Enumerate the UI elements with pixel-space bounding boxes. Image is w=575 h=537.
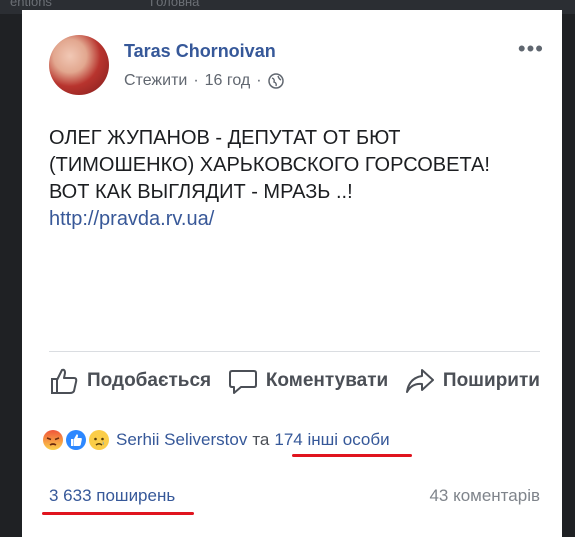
- action-bar: Подобається Коментувати Поширити: [49, 366, 540, 396]
- red-underline-annotation: [42, 512, 194, 515]
- thumbs-up-icon: [51, 368, 78, 394]
- like-icon: [65, 429, 87, 451]
- comment-icon: [228, 370, 257, 394]
- divider: [49, 351, 540, 352]
- post-text-line: ВОТ КАК ВЫГЛЯДИТ - МРАЗЬ ..!: [49, 181, 353, 203]
- reaction-names[interactable]: Serhii Seliverstov: [116, 430, 247, 450]
- like-button[interactable]: Подобається: [49, 366, 211, 396]
- comment-button[interactable]: Коментувати: [228, 366, 388, 396]
- meta-separator: ·: [193, 72, 199, 89]
- post-card: Taras Chornoivan Стежити · 16 год · ••• …: [22, 10, 562, 537]
- comments-count[interactable]: 43 коментарів: [429, 486, 540, 506]
- post-meta: Стежити · 16 год ·: [124, 72, 284, 90]
- globe-icon[interactable]: [267, 73, 284, 89]
- reaction-and: та: [252, 430, 270, 449]
- post-text-line: (ТИМОШЕНКО) ХАРЬКОВСКОГО ГОРСОВЕТА!: [49, 154, 490, 176]
- post-link[interactable]: http://pravda.rv.ua/: [49, 206, 549, 233]
- comment-label: Коментувати: [265, 370, 389, 391]
- follow-button[interactable]: Стежити: [124, 72, 187, 90]
- post-text-line: ОЛЕГ ЖУПАНОВ - ДЕПУТАТ ОТ БЮТ: [49, 127, 401, 149]
- meta-separator: ·: [256, 72, 262, 89]
- share-icon: [405, 369, 434, 393]
- reaction-icons: [42, 429, 111, 451]
- red-underline-annotation: [292, 454, 412, 457]
- avatar[interactable]: [49, 35, 109, 95]
- post-time[interactable]: 16 год: [205, 72, 251, 90]
- reactions-summary[interactable]: Serhii Seliverstov та 174 інші особи: [42, 429, 390, 451]
- angry-icon: [42, 429, 64, 451]
- background-text: entions: [10, 0, 52, 9]
- shares-count[interactable]: 3 633 поширень: [49, 486, 175, 506]
- share-label: Поширити: [442, 370, 540, 391]
- like-label: Подобається: [87, 370, 212, 391]
- sad-icon: [88, 429, 110, 451]
- background-text: Головна: [150, 0, 200, 9]
- more-options-icon[interactable]: •••: [518, 38, 544, 60]
- reaction-others[interactable]: 174 інші особи: [274, 430, 389, 450]
- share-button[interactable]: Поширити: [405, 366, 540, 396]
- author-name[interactable]: Taras Chornoivan: [124, 41, 276, 62]
- post-text: ОЛЕГ ЖУПАНОВ - ДЕПУТАТ ОТ БЮТ (ТИМОШЕНКО…: [49, 125, 549, 233]
